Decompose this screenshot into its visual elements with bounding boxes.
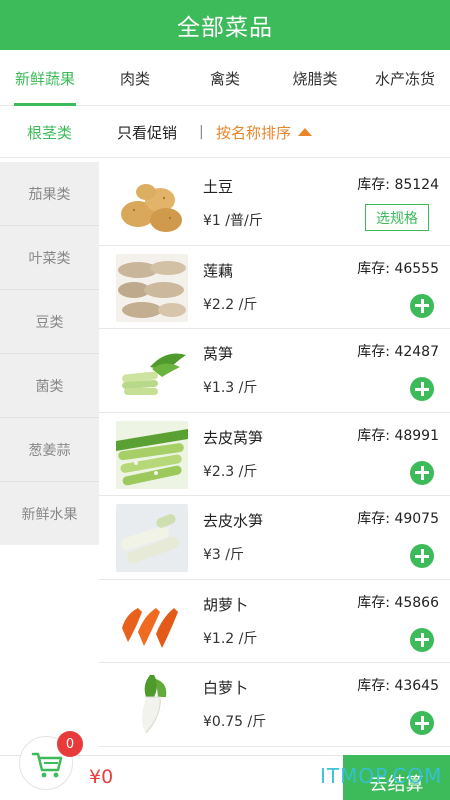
sidebar-empty-area bbox=[0, 545, 99, 755]
product-image-peeled-lettuce-stem bbox=[116, 420, 188, 489]
tab-poultry[interactable]: 禽类 bbox=[180, 50, 270, 106]
filter-divider: | bbox=[199, 124, 204, 140]
cart-count-badge: 0 bbox=[57, 731, 83, 757]
product-stock: 库存: 42487 bbox=[357, 344, 439, 360]
product-stock: 库存: 43645 bbox=[357, 678, 439, 694]
product-stock: 库存: 85124 bbox=[357, 177, 439, 193]
product-row[interactable]: 土豆 ¥1 /普/斤 库存: 85124 选规格 bbox=[99, 162, 450, 246]
product-image-lotus-root bbox=[116, 253, 188, 322]
product-image-peeled-water-bamboo bbox=[116, 504, 188, 572]
add-to-cart-icon[interactable] bbox=[410, 544, 434, 568]
product-name: 胡萝卜 bbox=[203, 595, 249, 614]
app-header: 全部菜品 bbox=[0, 0, 450, 50]
product-row[interactable]: 去皮水笋 ¥3 /斤 库存: 49075 bbox=[99, 496, 450, 580]
product-price: ¥3 /斤 bbox=[203, 547, 244, 563]
triangle-up-icon bbox=[298, 128, 313, 136]
product-image-carrot bbox=[116, 587, 188, 656]
product-name: 去皮莴笋 bbox=[203, 428, 264, 447]
product-price: ¥0.75 /斤 bbox=[203, 714, 267, 730]
product-name: 莴笋 bbox=[203, 345, 234, 363]
product-price: ¥1.3 /斤 bbox=[203, 380, 258, 396]
product-name: 土豆 bbox=[203, 178, 234, 196]
product-stock: 库存: 49075 bbox=[357, 511, 439, 527]
sidebar-item-fresh-fruit[interactable]: 新鲜水果 bbox=[0, 482, 99, 546]
product-row[interactable]: 莲藕 ¥2.2 /斤 库存: 46555 bbox=[99, 246, 450, 329]
product-price: ¥2.2 /斤 bbox=[203, 296, 258, 313]
sidebar-item-leafy[interactable]: 叶菜类 bbox=[0, 226, 99, 290]
product-image-lettuce-stem bbox=[116, 337, 188, 405]
tab-meat[interactable]: 肉类 bbox=[90, 50, 180, 106]
subcategory-root-vegetables[interactable]: 根茎类 bbox=[0, 106, 99, 158]
add-to-cart-icon[interactable] bbox=[410, 711, 434, 735]
add-to-cart-icon[interactable] bbox=[410, 627, 434, 652]
tab-frozen-seafood[interactable]: 水产冻货 bbox=[360, 50, 450, 106]
product-price: ¥1.2 /斤 bbox=[203, 630, 258, 647]
subcategory-sidebar: 茄果类 叶菜类 豆类 菌类 葱姜蒜 新鲜水果 bbox=[0, 162, 99, 546]
filter-bar: 根茎类 只看促销 | 按名称排序 bbox=[0, 106, 450, 158]
tab-roast-meat[interactable]: 烧腊类 bbox=[270, 50, 360, 106]
add-to-cart-icon[interactable] bbox=[410, 460, 434, 485]
product-list: 土豆 ¥1 /普/斤 库存: 85124 选规格 莲藕 ¥2.2 /斤 库存: … bbox=[99, 162, 450, 755]
product-row[interactable]: 去皮莴笋 ¥2.3 /斤 库存: 48991 bbox=[99, 413, 450, 496]
product-image-potato bbox=[116, 170, 188, 238]
sort-by-name-button[interactable]: 按名称排序 bbox=[216, 106, 313, 158]
page-title: 全部菜品 bbox=[177, 15, 273, 41]
tab-fresh-produce[interactable]: 新鲜蔬果 bbox=[0, 50, 90, 106]
sidebar-item-aromatics[interactable]: 葱姜蒜 bbox=[0, 418, 99, 482]
product-stock: 库存: 48991 bbox=[357, 427, 439, 444]
product-name: 白萝卜 bbox=[203, 679, 249, 697]
add-to-cart-icon[interactable] bbox=[410, 377, 434, 401]
watermark: ITMOP.COM bbox=[320, 764, 443, 788]
sidebar-item-mushrooms[interactable]: 菌类 bbox=[0, 354, 99, 418]
product-stock: 库存: 46555 bbox=[357, 260, 439, 277]
category-tab-bar: 新鲜蔬果 肉类 禽类 烧腊类 水产冻货 bbox=[0, 50, 450, 106]
cart-total: ¥0 bbox=[89, 766, 114, 788]
product-price: ¥1 /普/斤 bbox=[203, 213, 263, 229]
add-to-cart-icon[interactable] bbox=[410, 293, 434, 318]
sidebar-item-beans[interactable]: 豆类 bbox=[0, 290, 99, 354]
product-name: 去皮水笋 bbox=[203, 512, 264, 530]
product-row[interactable]: 白萝卜 ¥0.75 /斤 库存: 43645 bbox=[99, 663, 450, 747]
product-row[interactable]: 胡萝卜 ¥1.2 /斤 库存: 45866 bbox=[99, 580, 450, 663]
sidebar-item-nightshade[interactable]: 茄果类 bbox=[0, 162, 99, 226]
select-spec-button[interactable]: 选规格 bbox=[365, 204, 429, 231]
product-stock: 库存: 45866 bbox=[357, 594, 439, 611]
product-name: 莲藕 bbox=[203, 261, 234, 280]
sort-label: 按名称排序 bbox=[216, 123, 292, 142]
promo-only-toggle[interactable]: 只看促销 bbox=[117, 106, 177, 158]
product-image-white-radish bbox=[116, 671, 188, 739]
product-price: ¥2.3 /斤 bbox=[203, 463, 258, 480]
product-row[interactable]: 莴笋 ¥1.3 /斤 库存: 42487 bbox=[99, 329, 450, 413]
